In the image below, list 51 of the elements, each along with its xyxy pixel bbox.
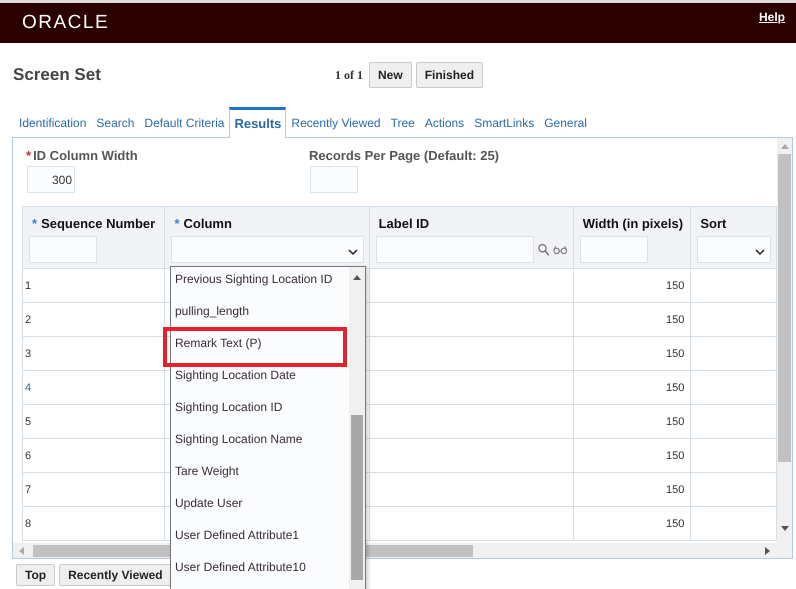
tab[interactable]: SmartLinks — [469, 116, 540, 137]
nav-button[interactable]: Recently Viewed — [59, 564, 172, 586]
column-header: Sort — [700, 216, 726, 231]
table-cell: 3 — [25, 348, 32, 360]
tab[interactable]: Tree — [386, 116, 420, 137]
tab[interactable]: Actions — [420, 116, 470, 137]
page-title: Screen Set — [13, 65, 102, 85]
tab[interactable]: Identification — [14, 116, 92, 137]
nav-button[interactable]: Top — [16, 564, 56, 586]
sequence-link[interactable]: 4 — [25, 382, 32, 394]
required-mark: * — [174, 216, 180, 231]
table-cell: 2 — [25, 314, 32, 326]
column-header: Column — [184, 216, 232, 231]
action-button[interactable]: New — [369, 62, 412, 88]
table-cell: 5 — [25, 416, 32, 428]
dropdown-option[interactable]: Update User — [171, 491, 350, 523]
logo: ORACLE — [22, 12, 110, 34]
table-cell: 150 — [666, 484, 684, 496]
dropdown-option[interactable]: Sighting Location ID — [171, 395, 350, 427]
input-field[interactable]: 300 — [27, 166, 75, 193]
column-header: Sequence Number — [41, 216, 156, 231]
dropdown-option[interactable]: User Defined Attribute1 — [171, 523, 350, 555]
tab[interactable]: Recently Viewed — [286, 116, 386, 137]
table-cell: 7 — [25, 484, 32, 496]
table-cell: 6 — [25, 450, 32, 462]
table-cell: 150 — [666, 314, 684, 326]
tab[interactable]: Results — [229, 107, 286, 138]
tab[interactable]: Search — [91, 116, 140, 137]
column-header: Width (in pixels) — [582, 216, 684, 231]
column-header: Label ID — [378, 216, 430, 231]
table-cell: 150 — [666, 382, 684, 394]
table-cell: 150 — [666, 450, 684, 462]
required-mark: * — [26, 148, 32, 163]
dropdown-option[interactable]: User Defined Attribute10 — [171, 555, 350, 587]
page-count: 1 of 1 — [335, 68, 363, 82]
table-cell: 150 — [666, 348, 684, 360]
table-cell: 150 — [666, 416, 684, 428]
tab[interactable]: Default Criteria — [139, 116, 230, 137]
field-label: ID Column Width — [33, 148, 138, 163]
action-button[interactable]: Finished — [416, 62, 484, 88]
table-cell: 150 — [666, 518, 684, 530]
field-label: Records Per Page (Default: 25) — [309, 148, 500, 163]
table-cell: 1 — [25, 280, 32, 292]
dropdown-option[interactable]: Tare Weight — [171, 459, 350, 491]
dropdown-option[interactable]: Previous Sighting Location ID — [171, 267, 350, 299]
table-cell: 150 — [666, 280, 684, 292]
required-mark: * — [32, 216, 38, 231]
table-cell: 8 — [25, 518, 32, 530]
tab[interactable]: General — [539, 116, 592, 137]
help-link[interactable]: Help — [758, 10, 785, 24]
dropdown-option[interactable]: Sighting Location Name — [171, 427, 350, 459]
